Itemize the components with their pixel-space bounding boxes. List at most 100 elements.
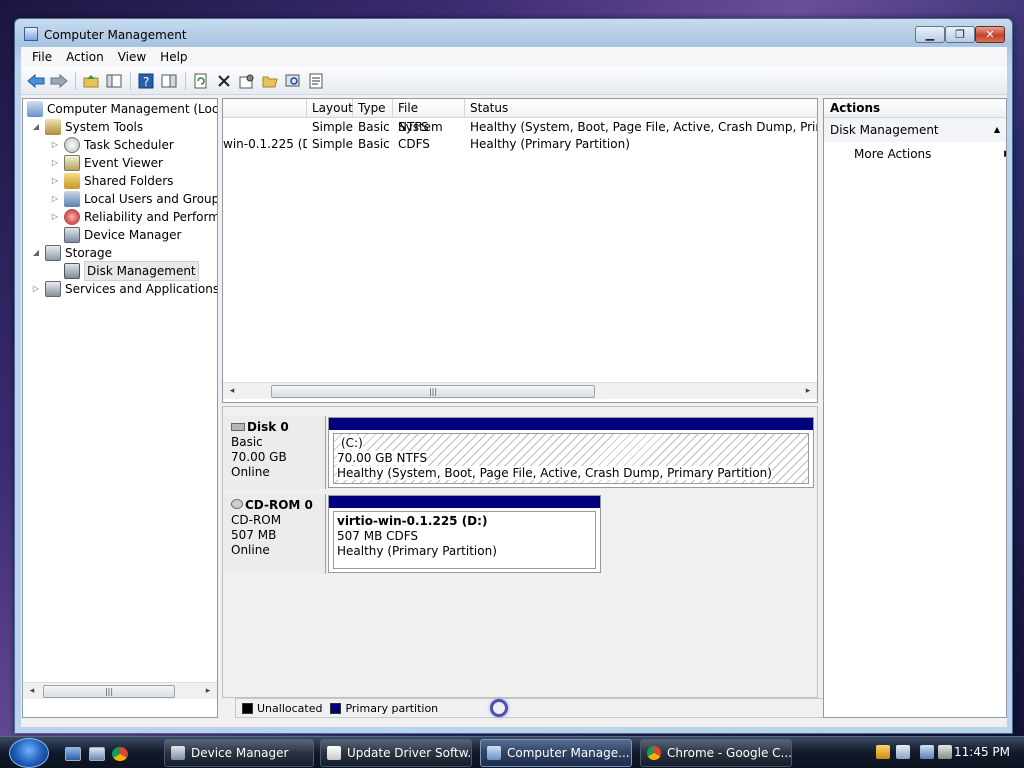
back-arrow-icon[interactable] [25, 70, 47, 92]
minimize-button[interactable]: ▁ [915, 26, 945, 43]
column-header-status[interactable]: Status [465, 99, 817, 118]
disk-size: 70.00 GB [231, 450, 287, 464]
taskbar-update-driver[interactable]: Update Driver Softw... [320, 739, 472, 767]
taskbar-device-manager[interactable]: Device Manager [164, 739, 314, 767]
tree-label: Computer Management (Local [47, 102, 218, 116]
device-tray-icon[interactable] [896, 745, 910, 759]
show-hide-tree-icon[interactable] [103, 70, 125, 92]
tree-horizontal-scrollbar[interactable]: ◂ ||| ▸ [23, 682, 217, 699]
computer-management-window: Computer Management ▁ ❐ ✕ File Action Vi… [14, 18, 1013, 734]
show-desktop-icon[interactable] [65, 747, 81, 761]
collapse-arrow-icon[interactable]: ◢ [31, 244, 41, 262]
submenu-arrow-icon: ▶ [1004, 144, 1006, 164]
menu-action[interactable]: Action [59, 48, 111, 66]
computer-management-icon [24, 27, 38, 41]
column-header-volume[interactable] [223, 99, 307, 118]
tree-label: Services and Applications [65, 282, 218, 296]
tree-label: Shared Folders [84, 174, 174, 188]
clock[interactable]: 11:45 PM [954, 745, 1010, 759]
expand-arrow-icon[interactable]: ▷ [31, 280, 41, 298]
cdrom-0-label[interactable]: CD-ROM 0 CD-ROM 507 MB Online [223, 494, 326, 574]
event-viewer-icon [64, 155, 80, 171]
expand-arrow-icon[interactable]: ▷ [50, 154, 60, 172]
partition-legend: Unallocated Primary partition [235, 698, 831, 718]
system-tray: 11:45 PM [864, 737, 1024, 768]
tree-item-disk-management[interactable]: Disk Management [64, 261, 199, 281]
switch-windows-icon[interactable] [89, 747, 105, 761]
expand-arrow-icon[interactable]: ▷ [50, 208, 60, 226]
legend-unallocated: Unallocated [257, 701, 323, 715]
tree-label: Device Manager [84, 228, 182, 242]
scrollbar-thumb[interactable]: ||| [43, 685, 175, 698]
tree-item-storage[interactable]: ◢ Storage [31, 244, 112, 262]
close-button[interactable]: ✕ [975, 26, 1005, 43]
disk-graphical-view: Disk 0 Basic 70.00 GB Online (C:) 70.00 … [222, 406, 818, 698]
partition-size: 70.00 GB NTFS [337, 451, 428, 465]
column-header-layout[interactable]: Layout [307, 99, 353, 118]
storage-icon [45, 245, 61, 261]
column-header-file-system[interactable]: File System [393, 99, 465, 134]
chrome-quicklaunch-icon[interactable] [112, 747, 128, 761]
primary-partition-bar [329, 418, 813, 430]
users-icon [64, 191, 80, 207]
tree-label: Task Scheduler [84, 138, 174, 152]
refresh-icon[interactable] [190, 70, 212, 92]
tree-item-services[interactable]: ▷ Services and Applications [31, 280, 218, 298]
scroll-right-arrow-icon[interactable]: ▸ [800, 383, 816, 399]
scrollbar-thumb[interactable]: ||| [271, 385, 595, 398]
more-actions-item[interactable]: More Actions ▶ [854, 144, 1006, 164]
task-label: Update Driver Softw... [347, 746, 472, 760]
tree-item-system-tools[interactable]: ◢ System Tools [31, 118, 143, 136]
actions-section-disk-management[interactable]: Disk Management ▲ [824, 118, 1006, 142]
collapse-arrow-icon[interactable]: ◢ [31, 118, 41, 136]
hard-disk-icon [231, 423, 245, 431]
forward-arrow-icon[interactable] [48, 70, 70, 92]
partition-c[interactable]: (C:) 70.00 GB NTFS Healthy (System, Boot… [328, 417, 814, 488]
services-icon [45, 281, 61, 297]
taskbar-computer-management[interactable]: Computer Manage... [480, 739, 632, 767]
expand-arrow-icon[interactable]: ▷ [50, 136, 60, 154]
legend-primary: Primary partition [345, 701, 439, 715]
security-shield-icon[interactable] [876, 745, 890, 759]
scroll-left-arrow-icon[interactable]: ◂ [224, 383, 240, 399]
scroll-right-arrow-icon[interactable]: ▸ [200, 683, 216, 699]
export-list-icon[interactable] [305, 70, 327, 92]
cd-drive-icon [231, 499, 243, 509]
partition-body: (C:) 70.00 GB NTFS Healthy (System, Boot… [333, 433, 809, 484]
tree-item-local-users[interactable]: ▷ Local Users and Groups [50, 190, 217, 208]
settings-icon[interactable] [236, 70, 258, 92]
tree-item-reliability[interactable]: ▷ Reliability and Performa [50, 208, 217, 226]
tree-item-task-scheduler[interactable]: ▷ Task Scheduler [50, 136, 174, 154]
partition-d[interactable]: virtio-win-0.1.225 (D:) 507 MB CDFS Heal… [328, 495, 601, 573]
properties-icon[interactable] [158, 70, 180, 92]
primary-swatch [330, 702, 342, 714]
task-label: Device Manager [191, 746, 289, 760]
title-bar[interactable]: Computer Management ▁ ❐ ✕ [15, 19, 1012, 47]
expand-arrow-icon[interactable]: ▷ [50, 190, 60, 208]
tree-item-event-viewer[interactable]: ▷ Event Viewer [50, 154, 163, 172]
tree-item-device-manager[interactable]: Device Manager [64, 226, 181, 244]
computer-icon [27, 101, 43, 117]
volume-muted-icon[interactable] [938, 745, 952, 759]
tree-item-shared-folders[interactable]: ▷ Shared Folders [50, 172, 173, 190]
delete-icon[interactable] [213, 70, 235, 92]
expand-arrow-icon[interactable]: ▷ [50, 172, 60, 190]
search-disk-icon[interactable] [282, 70, 304, 92]
collapse-up-icon[interactable]: ▲ [994, 118, 1000, 142]
network-icon[interactable] [920, 745, 934, 759]
up-folder-icon[interactable] [80, 70, 102, 92]
maximize-button[interactable]: ❐ [945, 26, 975, 43]
scroll-left-arrow-icon[interactable]: ◂ [24, 683, 40, 699]
column-header-type[interactable]: Type [353, 99, 393, 118]
disk-state: Online [231, 543, 270, 557]
menu-help[interactable]: Help [153, 48, 194, 66]
disk-0-label[interactable]: Disk 0 Basic 70.00 GB Online [223, 416, 326, 489]
tree-item-computer-management[interactable]: Computer Management (Local [27, 100, 218, 118]
help-icon[interactable]: ? [135, 70, 157, 92]
start-button[interactable] [9, 738, 49, 768]
volume-horizontal-scrollbar[interactable]: ◂ ||| ▸ [223, 382, 817, 399]
taskbar-chrome[interactable]: Chrome - Google C... [640, 739, 792, 767]
menu-file[interactable]: File [25, 48, 59, 66]
menu-view[interactable]: View [111, 48, 153, 66]
open-folder-icon[interactable] [259, 70, 281, 92]
